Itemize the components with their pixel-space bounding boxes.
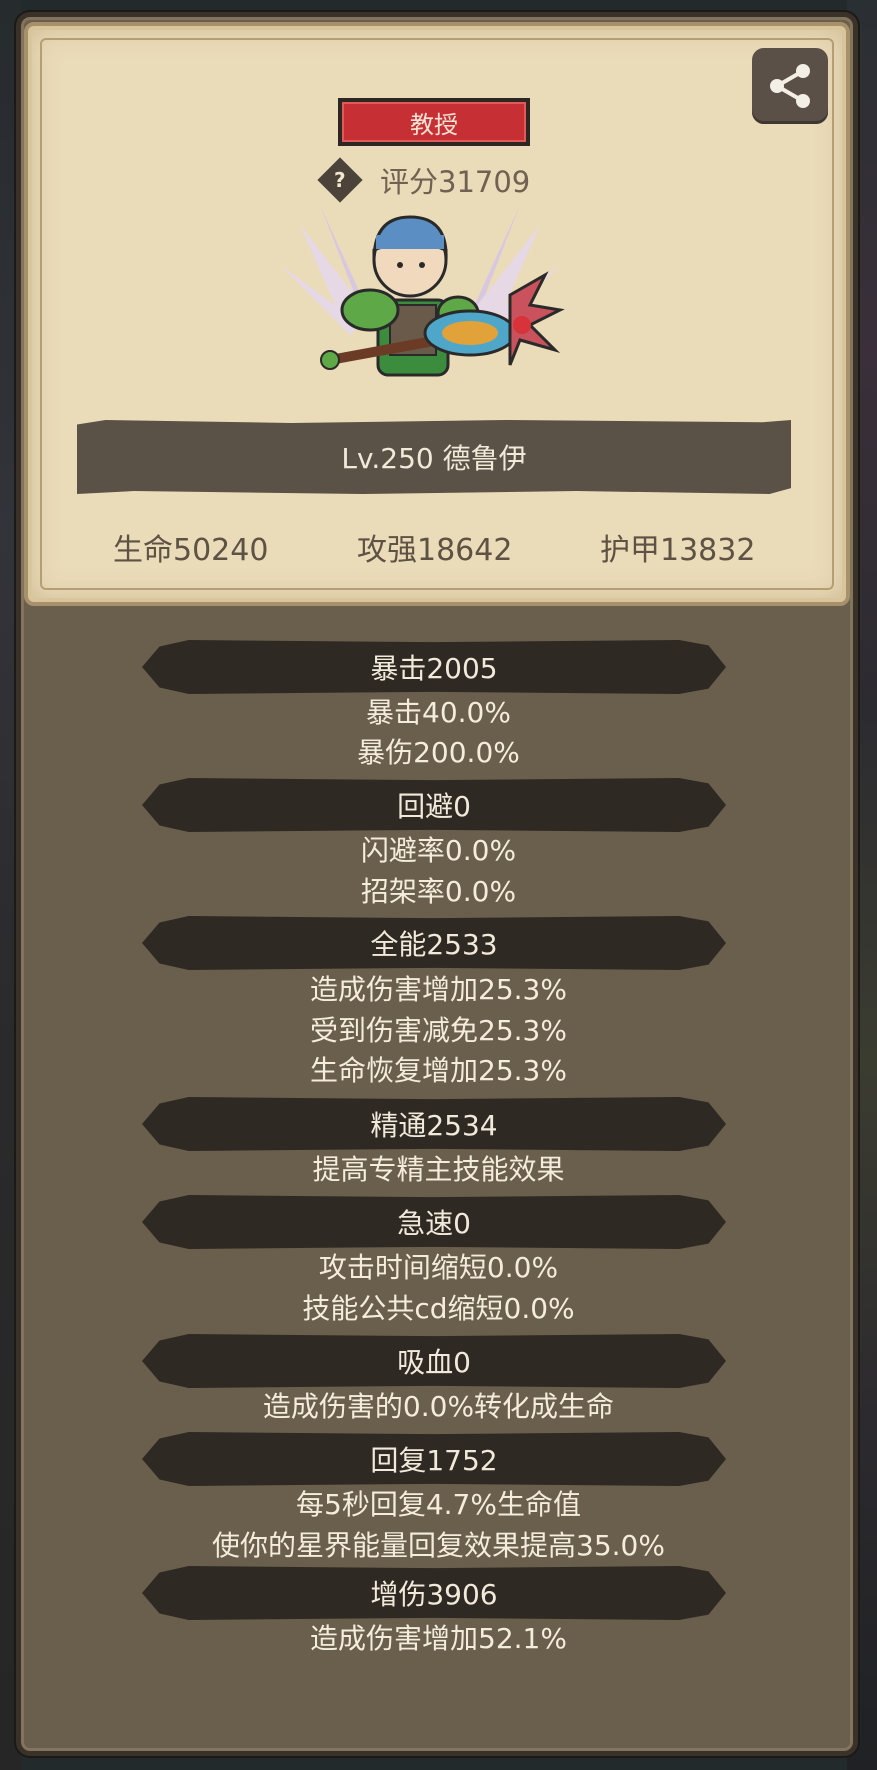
section-header-damage-bonus: 增伤3906 [142,1566,726,1620]
stat-line: 攻击时间缩短0.0% [318,1251,559,1284]
question-icon[interactable]: ? [317,157,363,203]
hero-score: 评分31709 [380,165,531,199]
base-stat-armor: 护甲13832 [600,533,756,568]
score-row: ? 评分31709 [317,157,531,203]
stat-line: 提高专精主技能效果 [312,1153,565,1186]
hero-sprite [280,205,565,377]
stat-line: 每5秒回复4.7%生命值 [296,1488,581,1521]
section-header-recovery: 回复1752 [142,1432,726,1486]
stat-line: 技能公共cd缩短0.0% [302,1292,575,1325]
stat-line: 受到伤害减免25.3% [310,1014,567,1047]
base-stat-attack: 攻强18642 [357,533,513,568]
stat-line: 招架率0.0% [360,875,517,908]
stat-line: 使你的星界能量回复效果提高35.0% [212,1529,665,1562]
base-stat-hp: 生命50240 [113,533,269,568]
section-header-crit: 暴击2005 [142,640,726,694]
stat-line: 暴击40.0% [366,696,511,729]
stat-line: 生命恢复增加25.3% [310,1054,567,1087]
stat-line: 造成伤害的0.0%转化成生命 [262,1390,615,1423]
section-header-mastery: 精通2534 [142,1097,726,1151]
stat-line: 造成伤害增加25.3% [310,973,567,1006]
section-header-leech: 吸血0 [142,1334,726,1388]
share-button[interactable] [752,48,828,124]
section-header-versatility: 全能2533 [142,916,726,970]
share-icon [770,64,810,108]
stat-line: 闪避率0.0% [360,834,517,867]
section-header-evasion: 回避0 [142,778,726,832]
hero-level-name: Lv.250 德鲁伊 [341,442,527,475]
rank-badge: 教授 [338,98,530,146]
help-symbol: ? [334,167,346,192]
section-header-haste: 急速0 [142,1195,726,1249]
stat-line: 暴伤200.0% [357,736,520,769]
stat-line: 造成伤害增加52.1% [310,1622,567,1655]
level-bar: Lv.250 德鲁伊 [77,420,791,494]
